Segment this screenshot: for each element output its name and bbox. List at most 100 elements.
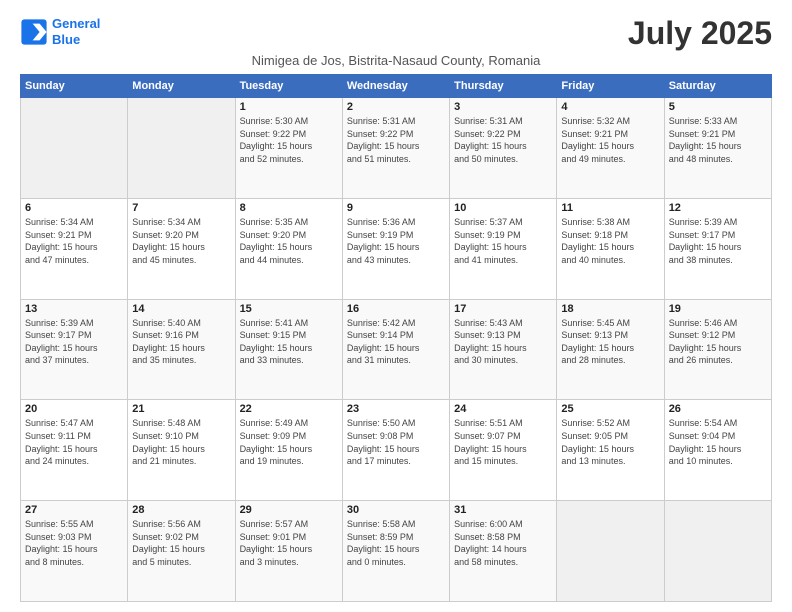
table-row: 19 Sunrise: 5:46 AMSunset: 9:12 PMDayligh…	[664, 299, 771, 400]
cell-daylight-info: Sunrise: 5:40 AMSunset: 9:16 PMDaylight:…	[132, 317, 230, 367]
cell-daylight-info: Sunrise: 5:52 AMSunset: 9:05 PMDaylight:…	[561, 417, 659, 467]
table-row: 26 Sunrise: 5:54 AMSunset: 9:04 PMDayligh…	[664, 400, 771, 501]
cell-daylight-info: Sunrise: 5:58 AMSunset: 8:59 PMDaylight:…	[347, 518, 445, 568]
cell-daylight-info: Sunrise: 5:51 AMSunset: 9:07 PMDaylight:…	[454, 417, 552, 467]
logo-line1: General	[52, 16, 100, 31]
cell-daylight-info: Sunrise: 5:32 AMSunset: 9:21 PMDaylight:…	[561, 115, 659, 165]
cell-day-number: 21	[132, 403, 230, 415]
cell-daylight-info: Sunrise: 5:46 AMSunset: 9:12 PMDaylight:…	[669, 317, 767, 367]
cell-daylight-info: Sunrise: 5:39 AMSunset: 9:17 PMDaylight:…	[25, 317, 123, 367]
cell-day-number: 3	[454, 101, 552, 113]
table-row: 22 Sunrise: 5:49 AMSunset: 9:09 PMDayligh…	[235, 400, 342, 501]
header-tuesday: Tuesday	[235, 75, 342, 98]
cell-day-number: 2	[347, 101, 445, 113]
logo-text: General Blue	[52, 16, 100, 47]
cell-daylight-info: Sunrise: 5:33 AMSunset: 9:21 PMDaylight:…	[669, 115, 767, 165]
table-row: 3Sunrise: 5:31 AMSunset: 9:22 PMDaylight…	[450, 98, 557, 199]
header-wednesday: Wednesday	[342, 75, 449, 98]
cell-day-number: 22	[240, 403, 338, 415]
table-row	[128, 98, 235, 199]
table-row: 31Sunrise: 6:00 AMSunset: 8:58 PMDayligh…	[450, 501, 557, 602]
cell-day-number: 7	[132, 202, 230, 214]
table-row: 10 Sunrise: 5:37 AMSunset: 9:19 PMDayligh…	[450, 198, 557, 299]
calendar: Sunday Monday Tuesday Wednesday Thursday…	[20, 74, 772, 602]
cell-day-number: 16	[347, 303, 445, 315]
table-row: 30 Sunrise: 5:58 AMSunset: 8:59 PMDayligh…	[342, 501, 449, 602]
table-row: 7 Sunrise: 5:34 AMSunset: 9:20 PMDaylight…	[128, 198, 235, 299]
cell-day-number: 17	[454, 303, 552, 315]
cell-day-number: 23	[347, 403, 445, 415]
table-row	[664, 501, 771, 602]
cell-daylight-info: Sunrise: 5:43 AMSunset: 9:13 PMDaylight:…	[454, 317, 552, 367]
cell-day-number: 29	[240, 504, 338, 516]
table-row: 28Sunrise: 5:56 AMSunset: 9:02 PMDayligh…	[128, 501, 235, 602]
table-row: 16 Sunrise: 5:42 AMSunset: 9:14 PMDayligh…	[342, 299, 449, 400]
cell-daylight-info: Sunrise: 5:36 AMSunset: 9:19 PMDaylight:…	[347, 216, 445, 266]
cell-daylight-info: Sunrise: 5:42 AMSunset: 9:14 PMDaylight:…	[347, 317, 445, 367]
table-row: 2 Sunrise: 5:31 AMSunset: 9:22 PMDaylight…	[342, 98, 449, 199]
cell-daylight-info: Sunrise: 5:34 AMSunset: 9:20 PMDaylight:…	[132, 216, 230, 266]
header-sunday: Sunday	[21, 75, 128, 98]
cell-daylight-info: Sunrise: 5:39 AMSunset: 9:17 PMDaylight:…	[669, 216, 767, 266]
table-row: 18 Sunrise: 5:45 AMSunset: 9:13 PMDayligh…	[557, 299, 664, 400]
cell-daylight-info: Sunrise: 5:45 AMSunset: 9:13 PMDaylight:…	[561, 317, 659, 367]
table-row: 21 Sunrise: 5:48 AMSunset: 9:10 PMDayligh…	[128, 400, 235, 501]
header-thursday: Thursday	[450, 75, 557, 98]
table-row: 6 Sunrise: 5:34 AMSunset: 9:21 PMDaylight…	[21, 198, 128, 299]
cell-day-number: 9	[347, 202, 445, 214]
cell-day-number: 26	[669, 403, 767, 415]
cell-day-number: 18	[561, 303, 659, 315]
cell-daylight-info: Sunrise: 5:31 AMSunset: 9:22 PMDaylight:…	[347, 115, 445, 165]
cell-day-number: 14	[132, 303, 230, 315]
cell-daylight-info: Sunrise: 5:54 AMSunset: 9:04 PMDaylight:…	[669, 417, 767, 467]
cell-day-number: 24	[454, 403, 552, 415]
table-row: 24 Sunrise: 5:51 AMSunset: 9:07 PMDayligh…	[450, 400, 557, 501]
table-row: 27 Sunrise: 5:55 AMSunset: 9:03 PMDayligh…	[21, 501, 128, 602]
cell-daylight-info: Sunrise: 5:49 AMSunset: 9:09 PMDaylight:…	[240, 417, 338, 467]
cell-day-number: 30	[347, 504, 445, 516]
cell-daylight-info: Sunrise: 5:48 AMSunset: 9:10 PMDaylight:…	[132, 417, 230, 467]
logo-icon	[20, 18, 48, 46]
cell-day-number: 20	[25, 403, 123, 415]
cell-daylight-info: Sunrise: 5:47 AMSunset: 9:11 PMDaylight:…	[25, 417, 123, 467]
calendar-header-row: Sunday Monday Tuesday Wednesday Thursday…	[21, 75, 772, 98]
table-row: 5Sunrise: 5:33 AMSunset: 9:21 PMDaylight…	[664, 98, 771, 199]
cell-day-number: 15	[240, 303, 338, 315]
cell-daylight-info: Sunrise: 5:35 AMSunset: 9:20 PMDaylight:…	[240, 216, 338, 266]
table-row	[557, 501, 664, 602]
table-row: 11 Sunrise: 5:38 AMSunset: 9:18 PMDayligh…	[557, 198, 664, 299]
header-saturday: Saturday	[664, 75, 771, 98]
cell-daylight-info: Sunrise: 5:30 AMSunset: 9:22 PMDaylight:…	[240, 115, 338, 165]
table-row: 17 Sunrise: 5:43 AMSunset: 9:13 PMDayligh…	[450, 299, 557, 400]
header-friday: Friday	[557, 75, 664, 98]
table-row: 13 Sunrise: 5:39 AMSunset: 9:17 PMDayligh…	[21, 299, 128, 400]
calendar-week-row: 27 Sunrise: 5:55 AMSunset: 9:03 PMDayligh…	[21, 501, 772, 602]
cell-day-number: 12	[669, 202, 767, 214]
cell-day-number: 10	[454, 202, 552, 214]
table-row: 4 Sunrise: 5:32 AMSunset: 9:21 PMDaylight…	[557, 98, 664, 199]
table-row: 29Sunrise: 5:57 AMSunset: 9:01 PMDayligh…	[235, 501, 342, 602]
cell-day-number: 1	[240, 101, 338, 113]
month-title: July 2025	[628, 16, 772, 51]
cell-daylight-info: Sunrise: 5:50 AMSunset: 9:08 PMDaylight:…	[347, 417, 445, 467]
calendar-week-row: 20 Sunrise: 5:47 AMSunset: 9:11 PMDayligh…	[21, 400, 772, 501]
cell-day-number: 13	[25, 303, 123, 315]
cell-day-number: 27	[25, 504, 123, 516]
cell-daylight-info: Sunrise: 5:41 AMSunset: 9:15 PMDaylight:…	[240, 317, 338, 367]
table-row: 9 Sunrise: 5:36 AMSunset: 9:19 PMDaylight…	[342, 198, 449, 299]
table-row: 15 Sunrise: 5:41 AMSunset: 9:15 PMDayligh…	[235, 299, 342, 400]
cell-day-number: 31	[454, 504, 552, 516]
cell-daylight-info: Sunrise: 5:55 AMSunset: 9:03 PMDaylight:…	[25, 518, 123, 568]
cell-day-number: 11	[561, 202, 659, 214]
cell-daylight-info: Sunrise: 5:34 AMSunset: 9:21 PMDaylight:…	[25, 216, 123, 266]
cell-day-number: 4	[561, 101, 659, 113]
cell-daylight-info: Sunrise: 5:37 AMSunset: 9:19 PMDaylight:…	[454, 216, 552, 266]
table-row: 20 Sunrise: 5:47 AMSunset: 9:11 PMDayligh…	[21, 400, 128, 501]
cell-day-number: 25	[561, 403, 659, 415]
cell-daylight-info: Sunrise: 5:38 AMSunset: 9:18 PMDaylight:…	[561, 216, 659, 266]
calendar-week-row: 6 Sunrise: 5:34 AMSunset: 9:21 PMDaylight…	[21, 198, 772, 299]
cell-day-number: 6	[25, 202, 123, 214]
cell-day-number: 19	[669, 303, 767, 315]
table-row: 12 Sunrise: 5:39 AMSunset: 9:17 PMDayligh…	[664, 198, 771, 299]
cell-daylight-info: Sunrise: 5:56 AMSunset: 9:02 PMDaylight:…	[132, 518, 230, 568]
